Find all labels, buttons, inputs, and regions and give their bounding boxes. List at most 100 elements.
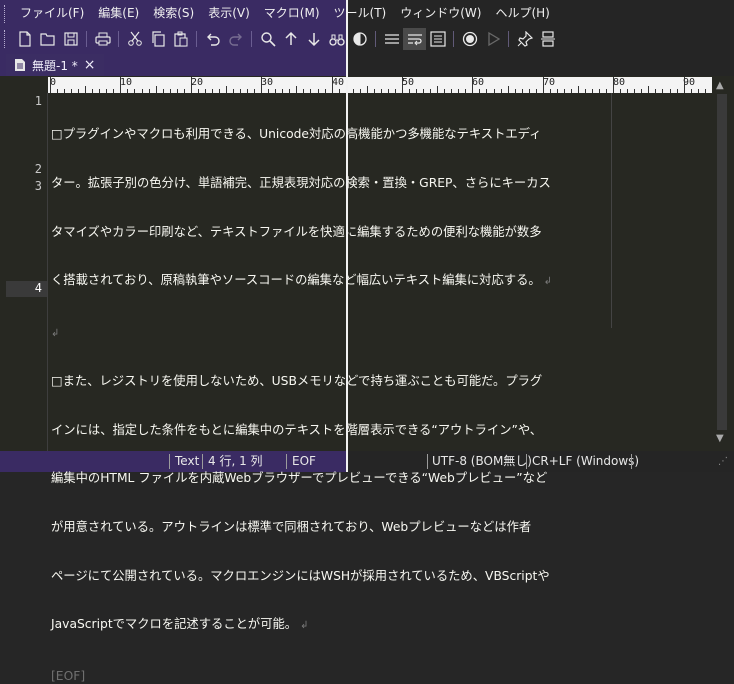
ruler-tick xyxy=(148,89,150,93)
status-encoding[interactable]: UTF-8 (BOM無し) xyxy=(432,451,532,472)
line-number-gutter: 1 2 3 4 xyxy=(0,93,48,451)
newline-mark-icon: ↲ xyxy=(543,276,553,288)
toolbar-separator xyxy=(86,31,87,47)
copy-icon[interactable] xyxy=(146,28,169,50)
word-wrap-icon[interactable] xyxy=(403,28,426,50)
menu-view[interactable]: 表示(V) xyxy=(201,0,257,27)
ruler-label-40: 40 xyxy=(332,77,345,88)
column-ruler: 0 10 20 30 40 50 60 70 80 90 xyxy=(48,77,713,93)
ruler-tick xyxy=(99,89,101,93)
paragraph-2: ↲ xyxy=(51,324,611,340)
sidebar-icon[interactable] xyxy=(348,28,371,50)
ruler-tick xyxy=(409,89,411,93)
screenshot-divider xyxy=(346,0,348,472)
lines-icon[interactable] xyxy=(380,28,403,50)
new-file-icon[interactable] xyxy=(13,28,36,50)
menu-edit[interactable]: 編集(E) xyxy=(91,0,146,27)
find-next-down-icon[interactable] xyxy=(302,28,325,50)
resize-grip-icon[interactable]: ⋰ xyxy=(718,451,728,472)
menu-search[interactable]: 検索(S) xyxy=(146,0,201,27)
ruler-tick xyxy=(451,89,453,93)
ruler-tick xyxy=(430,89,432,93)
search-icon[interactable] xyxy=(256,28,279,50)
find-next-up-icon[interactable] xyxy=(279,28,302,50)
ruler-tick xyxy=(113,89,115,93)
scrollbar-thumb[interactable] xyxy=(717,94,727,430)
status-mode[interactable]: Text xyxy=(175,451,199,472)
ruler-tick xyxy=(134,89,136,93)
ruler-tick xyxy=(599,89,601,93)
menu-file[interactable]: ファイル(F) xyxy=(13,0,91,27)
ruler-tick xyxy=(387,89,389,93)
ruler-tick xyxy=(655,89,657,93)
line-number: 4 xyxy=(34,281,42,295)
ruler-label-70: 70 xyxy=(543,77,556,88)
vertical-scrollbar[interactable]: ▲ ▼ xyxy=(712,77,734,451)
status-newline[interactable]: CR+LF (Windows) xyxy=(532,451,639,472)
open-folder-icon[interactable] xyxy=(36,28,59,50)
ruler-tick xyxy=(78,89,80,93)
ruler-tick xyxy=(183,89,185,93)
ruler-label-60: 60 xyxy=(472,77,485,88)
macro-record-icon[interactable] xyxy=(458,28,481,50)
undo-icon[interactable] xyxy=(201,28,224,50)
ruler-tick xyxy=(423,89,425,93)
print-icon[interactable] xyxy=(91,28,114,50)
ruler-tick xyxy=(620,89,622,93)
gutter-border xyxy=(47,93,48,451)
status-separator xyxy=(286,454,287,469)
ruler-tick xyxy=(204,89,206,93)
status-separator xyxy=(202,454,203,469)
tab-close-button[interactable]: × xyxy=(84,57,96,73)
ruler-tick xyxy=(373,89,375,93)
tab-untitled-1[interactable]: 無題-1 * × xyxy=(6,54,104,76)
save-icon[interactable] xyxy=(59,28,82,50)
ruler-tick xyxy=(570,89,572,93)
ruler-tick xyxy=(613,77,615,93)
ruler-tick xyxy=(169,89,171,93)
ruler-label-20: 20 xyxy=(191,77,204,88)
ruler-tick xyxy=(247,89,249,93)
ruler-tick xyxy=(218,89,220,93)
status-position[interactable]: 4 行, 1 列 xyxy=(208,451,263,472)
document-text[interactable]: □プラグインやマクロも利用できる、Unicode対応の高機能かつ多機能なテキスト… xyxy=(51,94,611,684)
ruler-tick xyxy=(662,89,664,93)
menu-window[interactable]: ウィンドウ(W) xyxy=(393,0,488,27)
scroll-down-icon[interactable]: ▼ xyxy=(716,433,724,444)
ruler-tick xyxy=(535,89,537,93)
split-icon[interactable] xyxy=(536,28,559,50)
menu-tools[interactable]: ツール(T) xyxy=(327,0,394,27)
ruler-tick xyxy=(64,89,66,93)
binoculars-icon[interactable] xyxy=(325,28,348,50)
text-line: インには、指定した条件をもとに編集中のテキストを階層表示できる“アウトライン”や… xyxy=(51,422,543,437)
ruler-tick xyxy=(233,89,235,93)
ruler-tick xyxy=(190,77,192,93)
cut-icon[interactable] xyxy=(123,28,146,50)
toolbar-separator xyxy=(453,31,454,47)
paste-icon[interactable] xyxy=(169,28,192,50)
status-separator xyxy=(526,454,527,469)
ruler-tick xyxy=(50,77,51,93)
toolbar xyxy=(0,27,734,51)
editor-window: ファイル(F) 編集(E) 検索(S) 表示(V) マクロ(M) ツール(T) … xyxy=(0,0,734,683)
redo-icon[interactable] xyxy=(224,28,247,50)
ruler-label-90: 90 xyxy=(683,77,696,88)
macro-play-icon[interactable] xyxy=(481,28,504,50)
text-line-content: JavaScriptでマクロを記述することが可能。 xyxy=(51,617,298,632)
scroll-up-icon[interactable]: ▲ xyxy=(716,80,724,91)
pin-icon[interactable] xyxy=(513,28,536,50)
menu-help[interactable]: ヘルプ(H) xyxy=(488,0,556,27)
ruler-tick xyxy=(465,89,467,93)
ruler-tick xyxy=(324,89,326,93)
tab-bar: 無題-1 * × xyxy=(0,51,734,76)
status-separator xyxy=(631,454,632,469)
ruler-tick xyxy=(359,89,361,93)
ruler-tick xyxy=(380,89,382,93)
ruler-tick xyxy=(366,86,368,93)
ruler-tick xyxy=(606,89,608,93)
ruler-tick xyxy=(578,86,579,93)
ruler-tick xyxy=(697,89,699,93)
ruler-tick xyxy=(437,86,439,93)
menu-macro[interactable]: マクロ(M) xyxy=(257,0,327,27)
wrap-window-icon[interactable] xyxy=(426,28,449,50)
